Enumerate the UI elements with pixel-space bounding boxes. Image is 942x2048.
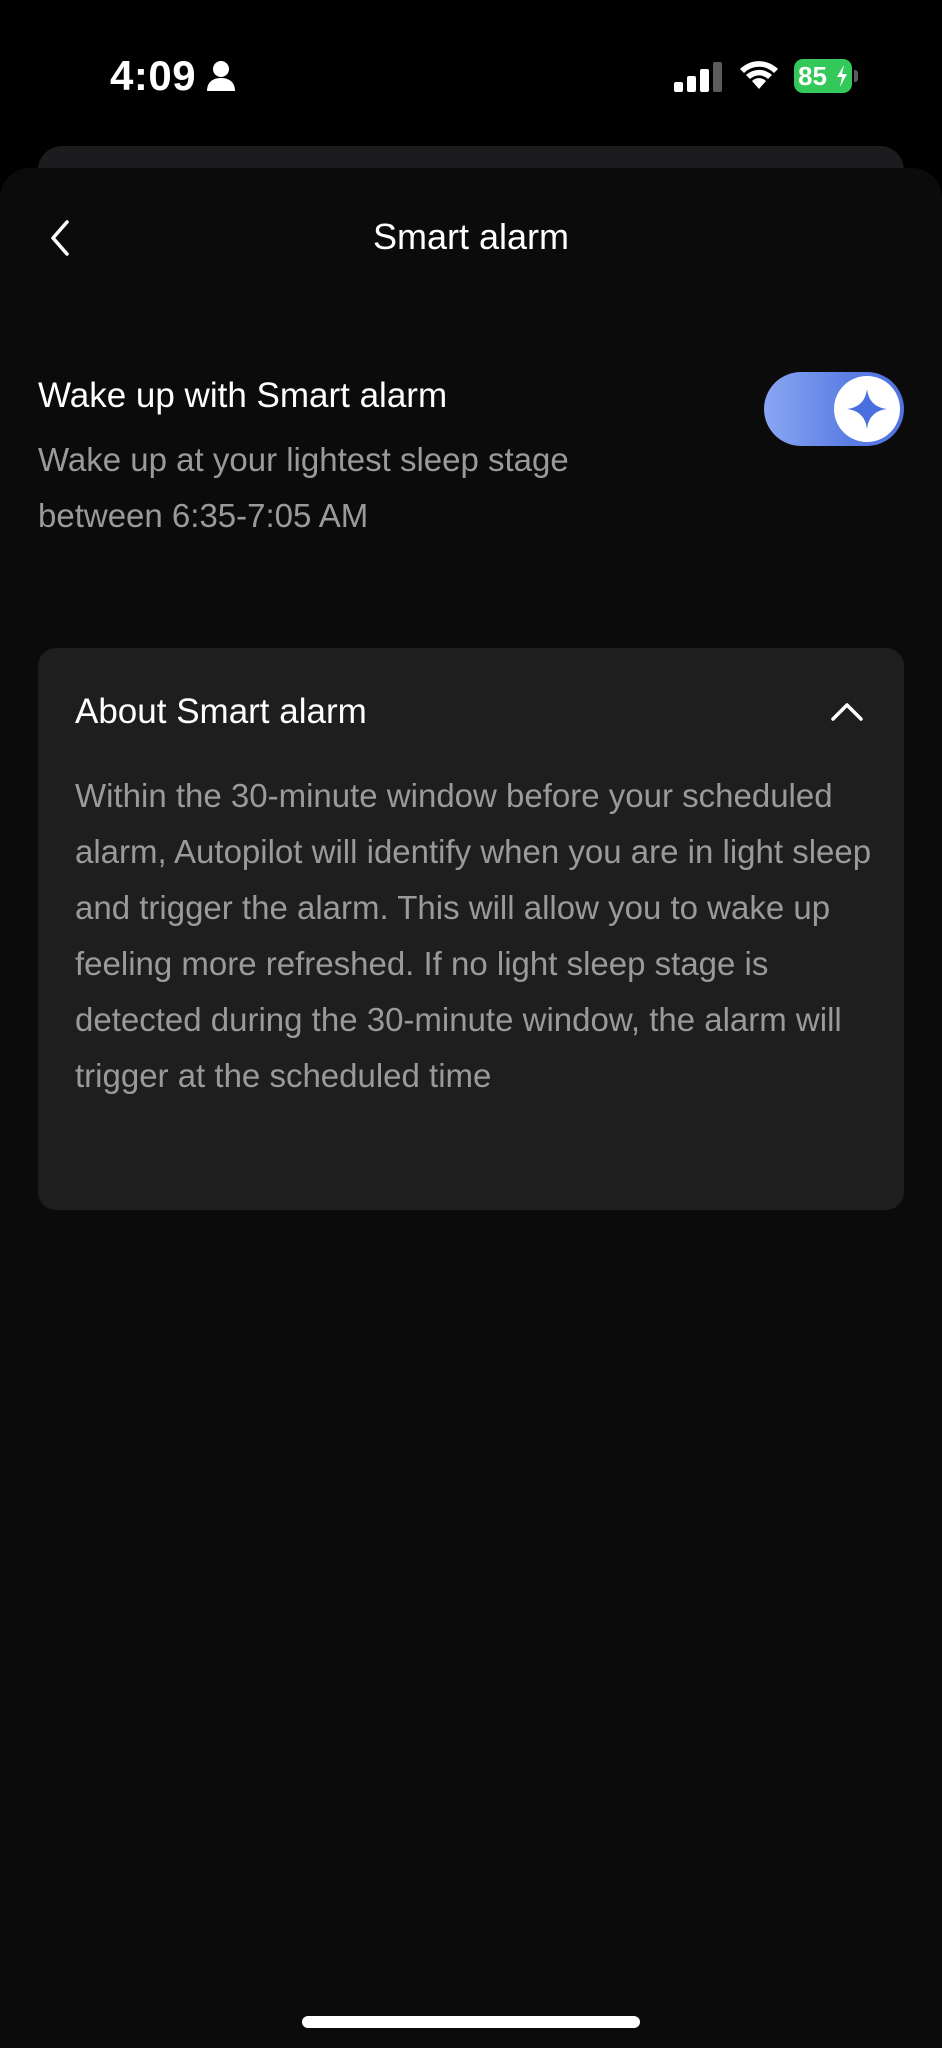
chevron-up-icon[interactable] — [830, 700, 864, 722]
wifi-icon — [740, 61, 778, 89]
about-smart-alarm-header[interactable]: About Smart alarm — [38, 648, 904, 778]
signal-icon — [674, 62, 722, 92]
battery-charging-icon — [837, 65, 847, 87]
person-icon — [207, 61, 235, 91]
page-title: Smart alarm — [372, 216, 570, 257]
toggle-knob — [834, 376, 900, 442]
battery-body: 85 — [794, 59, 852, 93]
battery-cap — [854, 70, 858, 82]
about-smart-alarm-card: About Smart alarm Within the 30-minute w… — [38, 648, 904, 1210]
smart-alarm-sheet: Smart alarm Wake up with Smart alarm Wak… — [0, 168, 942, 2048]
about-smart-alarm-body: Within the 30-minute window before your … — [75, 777, 872, 1094]
status-bar: 4:09 85 — [0, 0, 942, 150]
status-time: 4:09 — [110, 52, 197, 99]
nav-bar: Smart alarm — [0, 198, 942, 278]
home-indicator — [302, 2016, 640, 2028]
smart-alarm-description: Wake up at your lightest sleep stage bet… — [38, 441, 569, 534]
battery-indicator: 85 — [794, 59, 858, 93]
sparkle-icon — [847, 389, 887, 429]
battery-level: 85 — [798, 61, 827, 91]
smart-alarm-toggle[interactable] — [764, 372, 904, 446]
about-smart-alarm-title: About Smart alarm — [75, 692, 367, 731]
smart-alarm-title: Wake up with Smart alarm — [38, 376, 448, 415]
smart-alarm-setting: Wake up with Smart alarm Wake up at your… — [38, 372, 904, 556]
